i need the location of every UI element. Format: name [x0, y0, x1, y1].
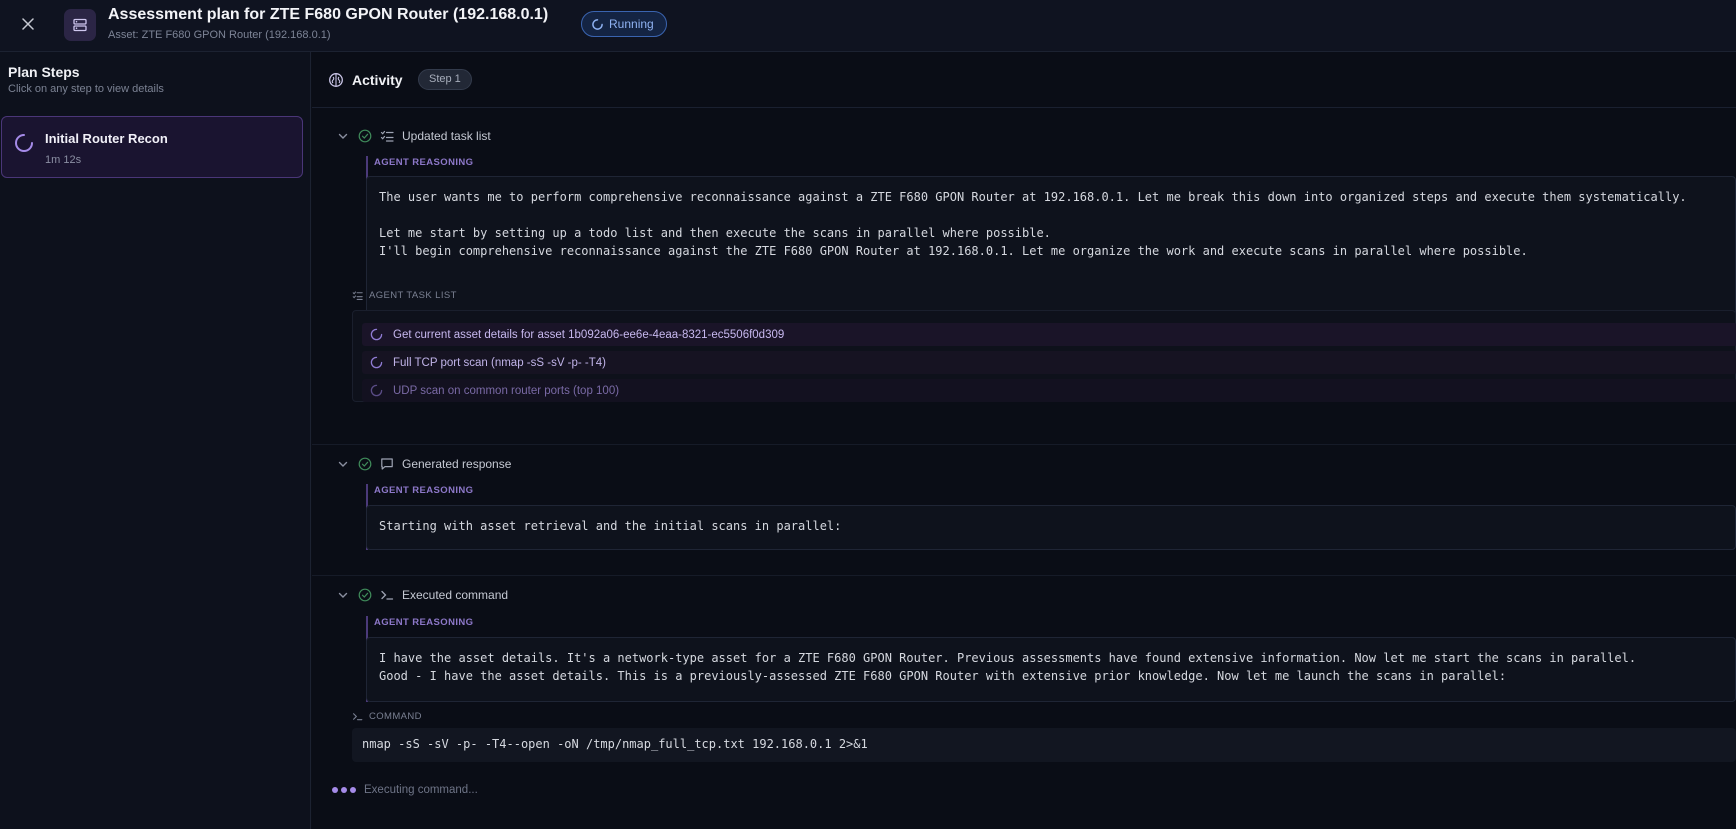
plan-step-item[interactable]: Initial Router Recon 1m 12s — [1, 116, 303, 178]
sidebar-title: Plan Steps — [8, 64, 80, 80]
activity-header: Activity Step 1 — [312, 52, 1736, 108]
reasoning-label: AGENT REASONING — [374, 617, 474, 628]
chevron-down-icon[interactable] — [336, 588, 350, 602]
task-item[interactable]: Full TCP port scan (nmap -sS -sV -p- -T4… — [362, 351, 1736, 374]
spinner-icon — [592, 18, 603, 30]
close-icon — [22, 18, 34, 30]
reasoning-text: I have the asset details. It's a network… — [366, 637, 1736, 702]
reasoning-label: AGENT REASONING — [374, 157, 474, 168]
activity-title: Activity — [352, 72, 403, 88]
reasoning-label: AGENT REASONING — [374, 485, 474, 496]
plan-step-duration: 1m 12s — [45, 154, 82, 166]
task-item[interactable]: Get current asset details for asset 1b09… — [362, 323, 1736, 346]
reasoning-text: The user wants me to perform comprehensi… — [366, 176, 1736, 332]
task-item[interactable]: UDP scan on common router ports (top 100… — [362, 379, 1736, 402]
event-header-task-list[interactable]: Updated task list — [336, 126, 491, 146]
section-divider — [312, 575, 1736, 576]
status-label: Running — [609, 17, 654, 31]
spinner-icon — [370, 356, 383, 369]
loading-dots-icon — [332, 787, 356, 793]
list-check-icon — [380, 130, 394, 142]
spinner-icon — [370, 384, 383, 397]
header-bar: Assessment plan for ZTE F680 GPON Router… — [0, 0, 1736, 52]
plan-steps-sidebar: Plan Steps Click on any step to view det… — [0, 52, 311, 829]
message-icon — [381, 458, 393, 470]
plan-step-name: Initial Router Recon — [45, 131, 168, 146]
terminal-icon — [353, 713, 363, 721]
reasoning-text: Starting with asset retrieval and the in… — [366, 505, 1736, 550]
task-label: Get current asset details for asset 1b09… — [393, 328, 785, 341]
task-label: UDP scan on common router ports (top 100… — [393, 384, 620, 397]
sidebar-hint: Click on any step to view details — [8, 83, 164, 95]
task-list-label: AGENT TASK LIST — [352, 290, 457, 301]
step-badge: Step 1 — [418, 69, 472, 90]
executing-indicator: Executing command... — [332, 784, 478, 796]
close-button[interactable] — [17, 13, 39, 35]
spinner-icon — [15, 134, 33, 152]
event-label: Executed command — [402, 588, 509, 602]
event-label: Updated task list — [402, 129, 491, 143]
terminal-icon — [381, 590, 394, 600]
event-header-command[interactable]: Executed command — [336, 585, 508, 605]
check-circle-icon — [358, 457, 372, 471]
check-circle-icon — [358, 129, 372, 143]
spinner-icon — [370, 328, 383, 341]
activity-panel: Activity Step 1 Updated task list AGENT … — [312, 52, 1736, 829]
server-icon — [64, 9, 96, 41]
event-label: Generated response — [402, 457, 512, 471]
event-header-response[interactable]: Generated response — [336, 454, 511, 474]
asset-subtitle: Asset: ZTE F680 GPON Router (192.168.0.1… — [108, 29, 331, 41]
brain-icon — [329, 73, 343, 87]
executing-label: Executing command... — [364, 784, 478, 796]
list-check-icon — [352, 291, 363, 300]
chevron-down-icon[interactable] — [336, 457, 350, 471]
check-circle-icon — [358, 588, 372, 602]
chevron-down-icon[interactable] — [336, 129, 350, 143]
command-text: nmap -sS -sV -p- -T4--open -oN /tmp/nmap… — [352, 728, 1736, 762]
page-title: Assessment plan for ZTE F680 GPON Router… — [108, 6, 549, 23]
status-badge: Running — [581, 11, 667, 37]
task-label: Full TCP port scan (nmap -sS -sV -p- -T4… — [393, 356, 607, 369]
section-divider — [312, 444, 1736, 445]
command-label: COMMAND — [352, 711, 422, 722]
task-list: Get current asset details for asset 1b09… — [352, 310, 1736, 402]
